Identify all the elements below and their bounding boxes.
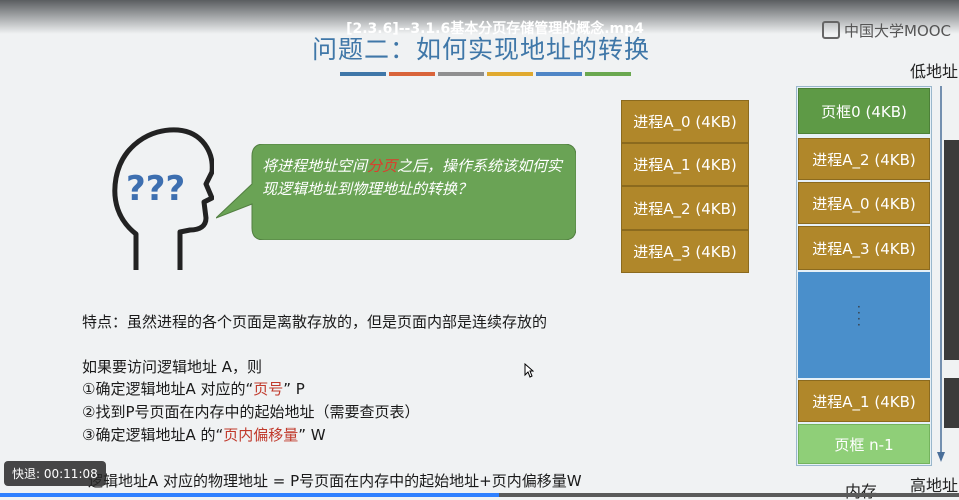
video-frame: [2.3.6]--3.1.6基本分页存储管理的概念.mp4 中国大学MOOC 问… bbox=[0, 0, 959, 500]
title-stripe-1 bbox=[389, 72, 435, 76]
title-stripe-5 bbox=[585, 72, 631, 76]
mooc-logo-icon bbox=[822, 21, 840, 39]
bubble-highlight: 分页 bbox=[367, 157, 398, 175]
title-stripe-0 bbox=[340, 72, 386, 76]
steps-intro: 如果要访问逻辑地址 A，则 bbox=[82, 358, 263, 376]
memory-frame-a2: 进程A_2 (4KB) bbox=[798, 138, 930, 180]
title-stripes bbox=[340, 72, 631, 76]
side-panel-bar bbox=[944, 378, 959, 428]
thinking-head-icon: ??? bbox=[112, 127, 214, 270]
formula-text: 逻辑地址A 对应的物理地址 = P号页面在内存中的起始地址+页内偏移量W bbox=[88, 472, 582, 490]
memory-free-region bbox=[798, 272, 930, 378]
step-2: ②找到P号页面在内存中的起始地址（需要查页表） bbox=[82, 403, 420, 421]
ellipsis-vertical-icon: · · · · bbox=[857, 300, 861, 332]
process-page-3: 进程A_3 (4KB) bbox=[621, 230, 749, 273]
title-stripe-2 bbox=[438, 72, 484, 76]
memory-frame-a1: 进程A_1 (4KB) bbox=[798, 380, 930, 422]
mooc-logo: 中国大学MOOC bbox=[822, 18, 951, 42]
feature-text: 特点：虽然进程的各个页面是离散存放的，但是页面内部是连续存放的 bbox=[82, 313, 548, 331]
process-page-2: 进程A_2 (4KB) bbox=[621, 186, 749, 230]
mooc-logo-text: 中国大学MOOC bbox=[844, 21, 952, 40]
process-page-0: 进程A_0 (4KB) bbox=[621, 100, 749, 143]
memory-frame-a3: 进程A_3 (4KB) bbox=[798, 226, 930, 270]
side-panel-bar bbox=[944, 140, 959, 360]
progress-bar-fill bbox=[0, 493, 499, 497]
mouse-cursor-icon bbox=[524, 363, 534, 378]
playback-speed-badge: 快退: 00:11:08 bbox=[4, 461, 106, 486]
process-page-1: 进程A_1 (4KB) bbox=[621, 143, 749, 186]
title-stripe-3 bbox=[487, 72, 533, 76]
svg-text:???: ??? bbox=[126, 169, 185, 209]
memory-frame-a0: 进程A_0 (4KB) bbox=[798, 182, 930, 224]
memory-frame-0: 页框0 (4KB) bbox=[798, 88, 930, 134]
step-3: ③确定逻辑地址A 的“页内偏移量” W bbox=[82, 426, 326, 444]
title-stripe-4 bbox=[536, 72, 582, 76]
memory-frame-last: 页框 n-1 bbox=[798, 424, 930, 464]
low-address-label: 低地址 bbox=[910, 62, 959, 81]
step-1: ①确定逻辑地址A 对应的“页号” P bbox=[82, 380, 305, 398]
slide-title: 问题二：如何实现地址的转换 bbox=[312, 35, 651, 64]
bubble-text: 将进程地址空间分页之后，操作系统该如何实现逻辑地址到物理地址的转换？ bbox=[262, 157, 563, 198]
